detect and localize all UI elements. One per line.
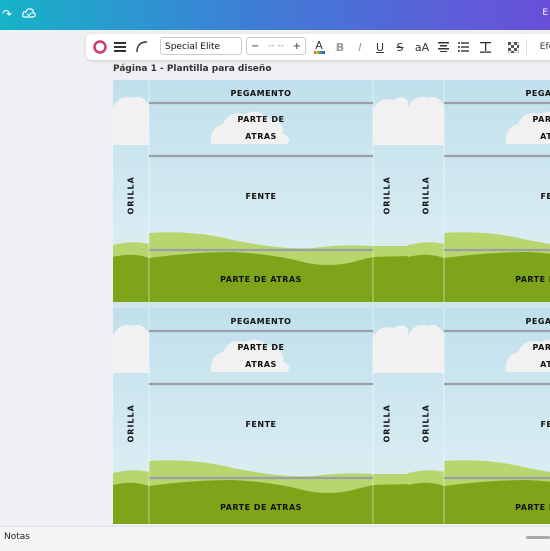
back-label-line2[interactable]: ATRAS [221,132,301,141]
size-increase-button[interactable]: + [293,41,301,52]
side-label-left[interactable]: ORILLA [422,399,431,442]
zoom-slider[interactable] [526,536,550,539]
side-label-left[interactable]: ORILLA [422,171,431,214]
glue-label[interactable]: PEGAMENTO [211,317,311,326]
glue-label[interactable]: PEGAMENTO [506,317,550,326]
bottom-back-label[interactable]: PARTE DE ATRAS [201,275,321,284]
side-label-left[interactable]: ORILLA [127,171,136,214]
back-label-line1[interactable]: PARTE DE [221,343,301,352]
underline-button[interactable]: U [374,34,386,60]
text-toolbar: Special Elite − -- -- + A B I U S aA Efe [86,34,550,60]
side-label-left[interactable]: ORILLA [127,399,136,442]
italic-button[interactable]: I [354,34,366,60]
font-family-select[interactable]: Special Elite [160,37,242,55]
back-label-line2[interactable]: ATRAS [221,360,301,369]
glue-label[interactable]: PEGAMENTO [506,89,550,98]
front-label[interactable]: FENTE [221,192,301,201]
transparency-icon[interactable] [506,34,520,60]
bottom-bar: Notas [0,526,550,551]
page-title: Página 1 - Plantilla para diseño [113,64,272,74]
toolbar-divider [526,39,527,55]
notes-button[interactable]: Notas [4,532,30,542]
side-label-right[interactable]: ORILLA [383,171,392,214]
align-center-icon[interactable] [436,34,450,60]
front-label[interactable]: FENTE [516,192,550,201]
bottom-back-label[interactable]: PARTE DE ATRAS [496,503,550,512]
bottom-back-label[interactable]: PARTE DE ATRAS [496,275,550,284]
font-size-stepper[interactable]: − -- -- + [246,37,306,55]
back-label-line2[interactable]: ATRAS [516,132,550,141]
size-decrease-button[interactable]: − [251,41,259,52]
front-label[interactable]: FENTE [221,420,301,429]
front-label[interactable]: FENTE [516,420,550,429]
design-canvas[interactable]: PEGAMENTO PARTE DE ATRAS FENTE PARTE DE … [113,80,550,524]
glue-label[interactable]: PEGAMENTO [211,89,311,98]
bold-button[interactable]: B [334,34,346,60]
text-color-icon: A [315,39,323,52]
box-template-3[interactable]: PEGAMENTO PARTE DE ATRAS FENTE PARTE DE … [113,308,409,524]
cloud-save-icon[interactable] [22,7,36,22]
corner-rounding-icon[interactable] [134,34,150,60]
back-label-line1[interactable]: PARTE DE [516,115,550,124]
notes-label: Notas [4,532,30,542]
redo-icon[interactable]: ↷ [2,7,12,21]
back-label-line2[interactable]: ATRAS [516,360,550,369]
back-label-line1[interactable]: PARTE DE [516,343,550,352]
strikethrough-button[interactable]: S [394,34,406,60]
box-template-2[interactable]: PEGAMENTO PARTE DE ATRAS FENTE PARTE DE … [408,80,550,302]
side-label-right[interactable]: ORILLA [383,399,392,442]
color-circle-button[interactable] [92,34,108,60]
line-spacing-icon[interactable] [478,34,492,60]
list-icon[interactable] [456,34,470,60]
size-value[interactable]: -- -- [268,41,284,51]
border-style-icon[interactable] [112,34,128,60]
text-color-button[interactable]: A [312,34,326,60]
letter-case-button[interactable]: aA [414,34,430,60]
bottom-back-label[interactable]: PARTE DE ATRAS [201,503,321,512]
box-template-1[interactable]: PEGAMENTO PARTE DE ATRAS FENTE PARTE DE … [113,80,409,302]
top-app-bar: ↷ E [0,0,550,30]
effects-button[interactable]: Efe [534,34,550,60]
back-label-line1[interactable]: PARTE DE [221,115,301,124]
share-label[interactable]: E [542,8,548,18]
box-template-4[interactable]: PEGAMENTO PARTE DE ATRAS FENTE PARTE DE … [408,308,550,524]
